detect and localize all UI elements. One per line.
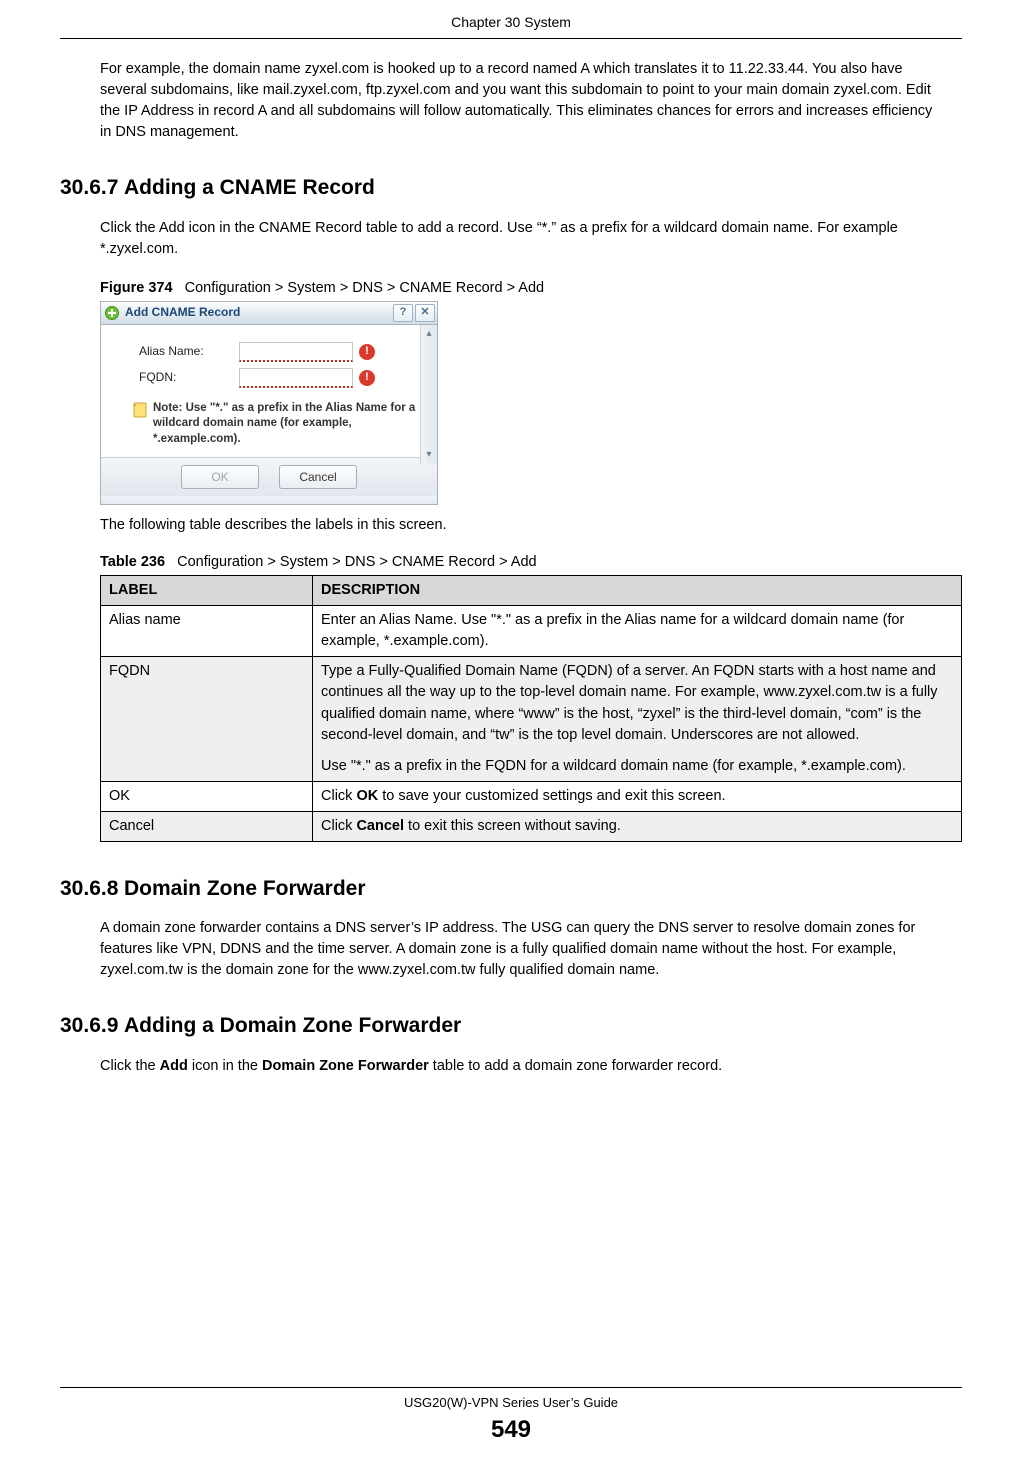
table-intro: The following table describes the labels… [100, 515, 962, 536]
section-title: Domain Zone Forwarder [124, 877, 366, 900]
fqdn-row: FQDN: ! [139, 365, 437, 391]
table-head-label: LABEL [101, 576, 313, 606]
fqdn-desc-p2: Use "*." as a prefix in the FQDN for a w… [321, 756, 953, 777]
help-icon[interactable]: ? [393, 304, 413, 322]
page-number: 549 [0, 1413, 1022, 1448]
section-title: Adding a CNAME Record [124, 176, 375, 199]
dialog-note: Note: Use "*." as a prefix in the Alias … [101, 399, 437, 458]
intro-paragraph: For example, the domain name zyxel.com i… [60, 59, 962, 143]
table-236-label: Table 236 Configuration > System > DNS >… [100, 552, 962, 573]
add-icon [103, 304, 121, 322]
table-header-row: LABEL DESCRIPTION [101, 576, 962, 606]
section-number: 30.6.7 [60, 173, 124, 203]
dialog-titlebar: Add CNAME Record ? ✕ [101, 302, 437, 325]
alias-name-label: Alias Name: [139, 343, 239, 360]
section-30-6-9-paragraph: Click the Add icon in the Domain Zone Fo… [60, 1056, 962, 1077]
dialog-footer: OK Cancel [101, 457, 437, 496]
alias-name-row: Alias Name: ! [139, 339, 437, 365]
ok-button[interactable]: OK [181, 465, 259, 489]
dialog-title-text: Add CNAME Record [125, 304, 240, 321]
table-cell-desc: Click Cancel to exit this screen without… [313, 811, 962, 841]
table-cell-desc: Enter an Alias Name. Use "*." as a prefi… [313, 606, 962, 657]
table-number: Table 236 [100, 554, 165, 570]
header-rule [60, 38, 962, 39]
error-icon: ! [359, 344, 375, 360]
chapter-header: Chapter 30 System [60, 10, 962, 38]
figure-374-label: Figure 374 Configuration > System > DNS … [100, 278, 962, 299]
section-30-6-8-heading: 30.6.8Domain Zone Forwarder [60, 874, 962, 904]
section-number: 30.6.8 [60, 874, 124, 904]
section-30-6-8-paragraph: A domain zone forwarder contains a DNS s… [60, 918, 962, 981]
table-cell-label: FQDN [101, 657, 313, 781]
section-30-6-7-paragraph: Click the Add icon in the CNAME Record t… [60, 218, 962, 260]
scroll-down-icon[interactable]: ▾ [421, 448, 437, 462]
table-cell-label: Alias name [101, 606, 313, 657]
error-icon: ! [359, 370, 375, 386]
table-cell-desc: Click OK to save your customized setting… [313, 781, 962, 811]
fqdn-label: FQDN: [139, 369, 239, 386]
table-row: OK Click OK to save your customized sett… [101, 781, 962, 811]
table-row: Alias name Enter an Alias Name. Use "*."… [101, 606, 962, 657]
table-236: LABEL DESCRIPTION Alias name Enter an Al… [100, 575, 962, 841]
table-cell-desc: Type a Fully-Qualified Domain Name (FQDN… [313, 657, 962, 781]
section-30-6-9-heading: 30.6.9Adding a Domain Zone Forwarder [60, 1011, 962, 1041]
cancel-button[interactable]: Cancel [279, 465, 357, 489]
figure-caption: Configuration > System > DNS > CNAME Rec… [185, 280, 544, 296]
page-footer: USG20(W)-VPN Series User’s Guide 549 [0, 1387, 1022, 1448]
table-row: FQDN Type a Fully-Qualified Domain Name … [101, 657, 962, 781]
fqdn-desc-p1: Type a Fully-Qualified Domain Name (FQDN… [321, 661, 953, 745]
alias-name-input[interactable] [239, 342, 353, 362]
note-icon [131, 401, 149, 419]
section-30-6-7-heading: 30.6.7Adding a CNAME Record [60, 173, 962, 203]
table-row: Cancel Click Cancel to exit this screen … [101, 811, 962, 841]
fqdn-input[interactable] [239, 368, 353, 388]
table-head-desc: DESCRIPTION [313, 576, 962, 606]
table-cell-label: OK [101, 781, 313, 811]
scroll-up-icon[interactable]: ▴ [421, 327, 437, 341]
footer-rule [60, 1387, 962, 1388]
add-cname-dialog: Add CNAME Record ? ✕ Alias Name: ! FQDN:… [100, 301, 438, 506]
section-number: 30.6.9 [60, 1011, 124, 1041]
dialog-scrollbar[interactable]: ▴ ▾ [420, 325, 437, 465]
footer-guide-name: USG20(W)-VPN Series User’s Guide [0, 1394, 1022, 1413]
figure-number: Figure 374 [100, 280, 173, 296]
section-title: Adding a Domain Zone Forwarder [124, 1014, 461, 1037]
table-caption: Configuration > System > DNS > CNAME Rec… [177, 554, 536, 570]
dialog-note-text: Note: Use "*." as a prefix in the Alias … [153, 401, 419, 448]
close-icon[interactable]: ✕ [415, 304, 435, 322]
table-cell-label: Cancel [101, 811, 313, 841]
